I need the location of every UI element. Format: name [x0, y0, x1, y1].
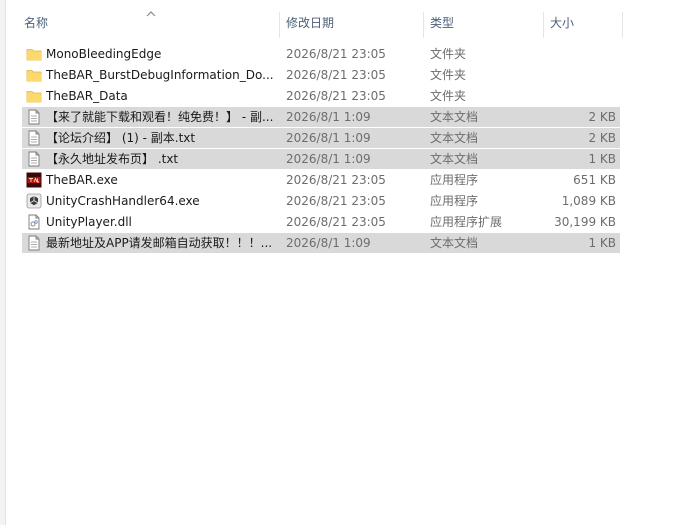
file-modified-date: 2026/8/21 23:05 — [286, 215, 386, 229]
file-size: 2 KB — [588, 131, 616, 145]
file-name: UnityPlayer.dll — [46, 215, 132, 229]
text-file-icon — [26, 130, 42, 146]
file-type: 文本文档 — [430, 110, 479, 124]
file-size: 651 KB — [573, 173, 616, 187]
column-header-modified[interactable]: 修改日期 — [286, 8, 416, 38]
file-type: 文件夹 — [430, 47, 467, 61]
column-header-bar: 名称 修改日期 类型 大小 — [6, 8, 623, 38]
file-name: 最新地址及APP请发邮箱自动获取！！！... — [46, 236, 273, 250]
column-header-name[interactable]: 名称 — [24, 8, 274, 38]
file-modified-date: 2026/8/1 1:09 — [286, 152, 371, 166]
file-size: 1 KB — [588, 236, 616, 250]
file-type: 应用程序 — [430, 173, 479, 187]
game-exe-icon — [26, 172, 42, 188]
file-type: 应用程序扩展 — [430, 215, 503, 229]
file-type: 文本文档 — [430, 152, 479, 166]
file-modified-date: 2026/8/1 1:09 — [286, 110, 371, 124]
file-name: MonoBleedingEdge — [46, 47, 162, 61]
file-type: 文本文档 — [430, 236, 479, 250]
dll-file-icon — [26, 214, 42, 230]
file-row[interactable]: 【来了就能下载和观看！纯免费！】 - 副... 2026/8/1 1:09 文本文档… — [22, 107, 620, 128]
column-divider[interactable] — [622, 12, 623, 38]
column-divider[interactable] — [543, 12, 544, 38]
file-size: 1,089 KB — [561, 194, 616, 208]
file-modified-date: 2026/8/1 1:09 — [286, 131, 371, 145]
file-size: 1 KB — [588, 152, 616, 166]
file-row[interactable]: 【永久地址发布页】 .txt 2026/8/1 1:09 文本文档 1 KB — [22, 149, 620, 170]
file-row[interactable]: TheBAR_BurstDebugInformation_Do... 2026/8… — [22, 65, 620, 85]
file-type: 文本文档 — [430, 131, 479, 145]
file-name: 【来了就能下载和观看！纯免费！】 - 副... — [46, 110, 274, 124]
navigation-pane-edge — [0, 0, 6, 525]
file-type: 文件夹 — [430, 68, 467, 82]
folder-icon — [26, 88, 42, 104]
file-size: 2 KB — [588, 110, 616, 124]
file-name: TheBAR_BurstDebugInformation_Do... — [46, 68, 274, 82]
folder-icon — [26, 67, 42, 83]
file-name: TheBAR_Data — [46, 89, 128, 103]
file-type: 文件夹 — [430, 89, 467, 103]
file-modified-date: 2026/8/21 23:05 — [286, 47, 386, 61]
file-row[interactable]: TheBAR.exe 2026/8/21 23:05 应用程序 651 KB — [22, 170, 620, 190]
file-modified-date: 2026/8/21 23:05 — [286, 68, 386, 82]
text-file-icon — [26, 235, 42, 251]
file-row[interactable]: UnityPlayer.dll 2026/8/21 23:05 应用程序扩展 30,1… — [22, 212, 620, 232]
file-name: UnityCrashHandler64.exe — [46, 194, 200, 208]
file-name: TheBAR.exe — [46, 173, 118, 187]
file-row[interactable]: MonoBleedingEdge 2026/8/21 23:05 文件夹 — [22, 44, 620, 64]
file-name: 【永久地址发布页】 .txt — [46, 152, 179, 166]
file-modified-date: 2026/8/21 23:05 — [286, 89, 386, 103]
text-file-icon — [26, 109, 42, 125]
file-type: 应用程序 — [430, 194, 479, 208]
unity-exe-icon — [26, 193, 42, 209]
column-header-type[interactable]: 类型 — [430, 8, 540, 38]
file-row[interactable]: UnityCrashHandler64.exe 2026/8/21 23:05 应用… — [22, 191, 620, 211]
column-header-size[interactable]: 大小 — [550, 8, 620, 38]
file-row[interactable]: 【论坛介绍】 (1) - 副本.txt 2026/8/1 1:09 文本文档 2 KB — [22, 128, 620, 149]
column-divider[interactable] — [279, 12, 280, 38]
file-row[interactable]: TheBAR_Data 2026/8/21 23:05 文件夹 — [22, 86, 620, 106]
file-modified-date: 2026/8/21 23:05 — [286, 173, 386, 187]
folder-icon — [26, 46, 42, 62]
file-size: 30,199 KB — [554, 215, 616, 229]
column-divider[interactable] — [423, 12, 424, 38]
file-modified-date: 2026/8/21 23:05 — [286, 194, 386, 208]
file-row[interactable]: 最新地址及APP请发邮箱自动获取！！！... 2026/8/1 1:09 文本文档 1… — [22, 233, 620, 254]
text-file-icon — [26, 151, 42, 167]
file-name: 【论坛介绍】 (1) - 副本.txt — [46, 131, 196, 145]
file-modified-date: 2026/8/1 1:09 — [286, 236, 371, 250]
